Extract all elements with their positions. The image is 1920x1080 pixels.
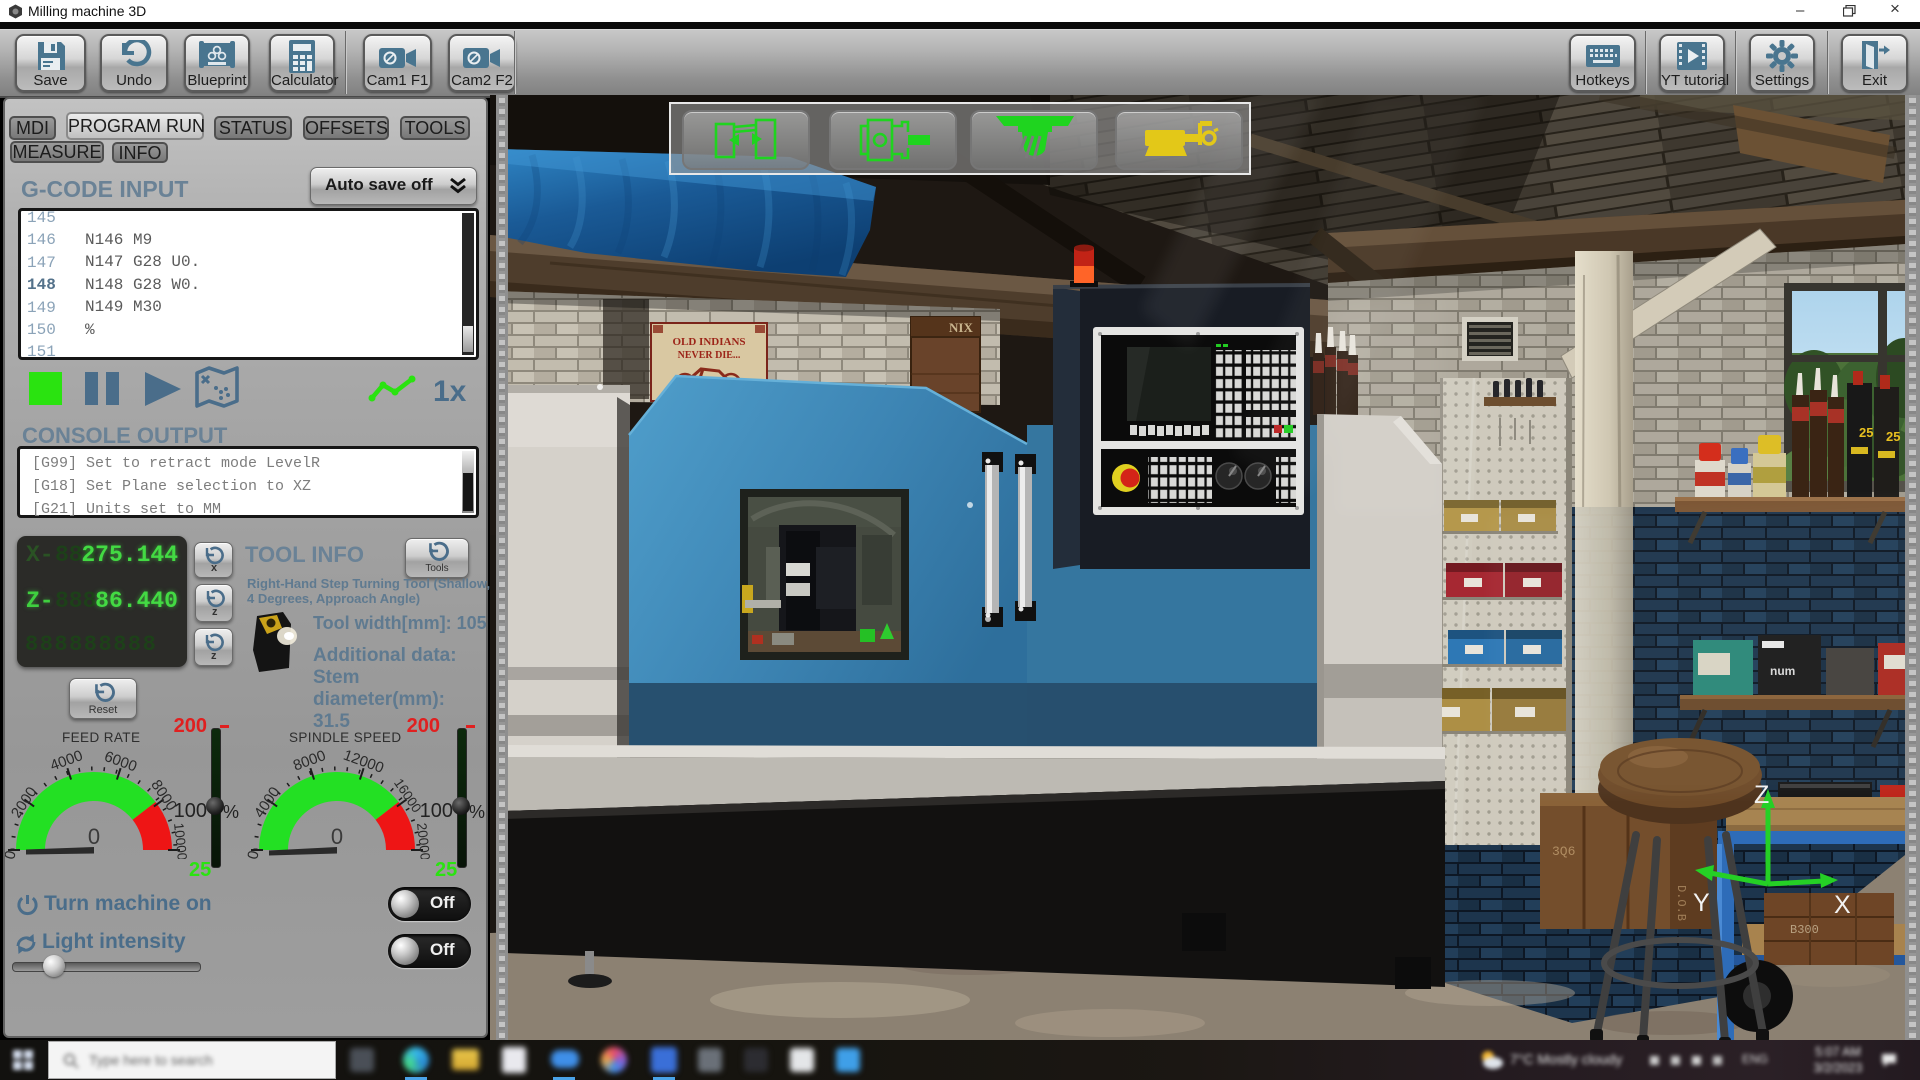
svg-text:X: X	[1834, 891, 1851, 919]
svg-text:10000: 10000	[171, 822, 190, 859]
svg-text:25: 25	[1886, 429, 1900, 444]
svg-text:D.O.B: D.O.B	[1674, 885, 1688, 921]
svg-text:20000: 20000	[414, 822, 433, 859]
svg-text:3Q6: 3Q6	[1552, 844, 1575, 859]
svg-text:25: 25	[1859, 425, 1873, 440]
svg-text:12000: 12000	[341, 747, 386, 777]
svg-text:0: 0	[88, 824, 100, 849]
svg-text:Y: Y	[1693, 889, 1710, 917]
svg-text:OLD INDIANS: OLD INDIANS	[672, 336, 745, 348]
svg-text:0: 0	[331, 824, 343, 849]
svg-text:B300: B300	[1790, 923, 1819, 937]
svg-text:NEVER DIE...: NEVER DIE...	[678, 350, 741, 361]
svg-text:NIX: NIX	[949, 320, 973, 335]
